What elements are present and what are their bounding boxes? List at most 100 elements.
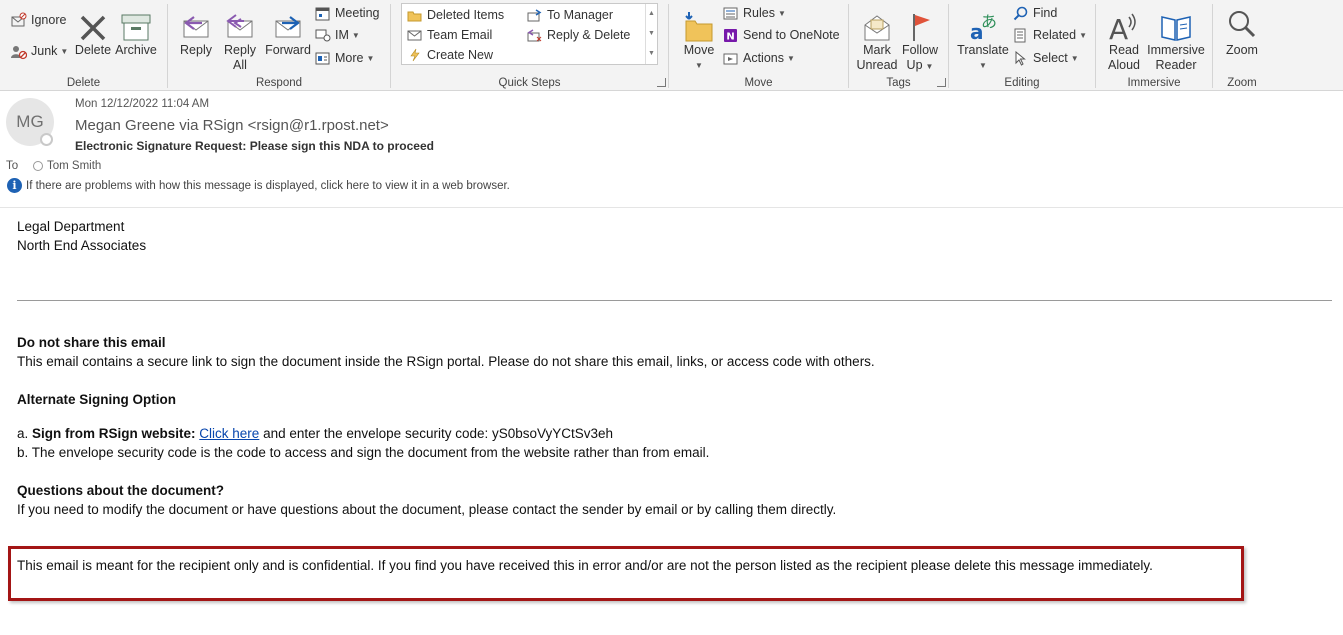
chevron-down-icon: ▼ <box>925 62 934 71</box>
scroll-up-icon[interactable]: ▲ <box>646 4 657 24</box>
mark-unread-label-1: Mark <box>863 43 891 57</box>
tags-group: Mark Unread Follow Up ▼ Tags <box>849 0 948 91</box>
rules-icon <box>722 5 739 22</box>
find-label: Find <box>1033 6 1058 20</box>
sender[interactable]: Megan Greene via RSign <rsign@r1.rpost.n… <box>75 117 389 134</box>
cursor-icon <box>1012 50 1029 67</box>
scroll-down-icon[interactable]: ▼ <box>646 24 657 44</box>
ignore-button[interactable]: Ignore <box>10 11 66 29</box>
select-label: Select <box>1033 51 1068 65</box>
recipient[interactable]: Tom Smith <box>33 160 101 172</box>
zoom-label: Zoom <box>1226 43 1258 57</box>
presence-status-icon <box>40 133 53 146</box>
move-group: Move ▼ Rules ▼ N Send to OneNote Actions ▼… <box>669 0 848 91</box>
quick-step-label: Deleted Items <box>427 8 505 22</box>
zoom-icon <box>1219 3 1265 43</box>
related-icon <box>1012 27 1029 44</box>
reply-button[interactable]: Reply <box>174 3 218 58</box>
dialog-launcher-icon[interactable] <box>937 78 946 87</box>
chevron-down-icon: ▼ <box>366 53 375 63</box>
signature-line: Legal Department <box>17 219 125 234</box>
move-button[interactable]: Move ▼ <box>679 3 719 73</box>
quick-steps-group-label: Quick Steps <box>498 77 561 89</box>
quick-step-label: Team Email <box>427 28 493 42</box>
select-button[interactable]: Select ▼ <box>1012 49 1079 67</box>
archive-button[interactable]: Archive <box>114 3 158 58</box>
archive-icon <box>114 3 158 43</box>
reply-all-button[interactable]: Reply All <box>218 3 262 73</box>
mark-unread-button[interactable]: Mark Unread <box>855 3 899 73</box>
reply-all-label-1: Reply <box>224 43 256 57</box>
delete-button[interactable]: Delete <box>72 3 114 58</box>
expand-gallery-icon[interactable]: ▼ <box>646 44 657 64</box>
dialog-launcher-icon[interactable] <box>657 78 666 87</box>
respond-group: Reply Reply All Forward Meeting IM ▼ Mor… <box>168 0 390 91</box>
find-button[interactable]: Find <box>1012 4 1057 22</box>
actions-button[interactable]: Actions ▼ <box>722 49 795 67</box>
delete-group: Ignore Junk ▼ Delete Archive Delete <box>0 0 167 91</box>
team-email-icon <box>406 27 423 44</box>
chevron-down-icon: ▼ <box>777 8 786 18</box>
quick-step-reply-delete[interactable]: Reply & Delete <box>526 26 630 44</box>
chevron-down-icon: ▼ <box>787 53 795 63</box>
read-aloud-label-1: Read <box>1109 43 1139 57</box>
read-aloud-button[interactable]: A Read Aloud <box>1102 3 1146 73</box>
editing-group-label: Editing <box>1004 77 1040 89</box>
read-aloud-icon: A <box>1102 3 1146 43</box>
mark-unread-icon <box>855 3 899 43</box>
info-bar[interactable]: i If there are problems with how this me… <box>7 178 510 193</box>
quick-step-create-new[interactable]: Create New <box>406 46 493 64</box>
delete-group-label: Delete <box>66 77 101 89</box>
follow-up-button[interactable]: Follow Up ▼ <box>899 3 941 74</box>
quick-steps-scrollbar[interactable]: ▲ ▼ ▼ <box>645 4 657 64</box>
zoom-group-label: Zoom <box>1227 77 1257 89</box>
immersive-reader-label-2: Reader <box>1155 58 1197 72</box>
related-button[interactable]: Related ▼ <box>1012 26 1087 44</box>
quick-step-deleted-items[interactable]: Deleted Items <box>406 6 504 24</box>
lightning-icon <box>406 47 423 64</box>
translate-button[interactable]: aあ Translate ▼ <box>957 3 1009 73</box>
reply-label: Reply <box>180 43 212 57</box>
forward-button[interactable]: Forward <box>263 3 313 58</box>
translate-label: Translate <box>957 43 1009 57</box>
to-label: To <box>6 160 19 172</box>
archive-label: Archive <box>115 43 157 57</box>
send-to-onenote-button[interactable]: N Send to OneNote <box>722 26 840 44</box>
immersive-reader-button[interactable]: Immersive Reader <box>1146 3 1206 73</box>
rules-label: Rules <box>743 6 775 20</box>
forward-mail-icon <box>526 7 543 24</box>
immersive-group-label: Immersive <box>1127 77 1181 89</box>
move-folder-icon <box>406 7 423 24</box>
meeting-button[interactable]: Meeting <box>314 4 379 22</box>
presence-status-icon <box>33 161 43 171</box>
junk-button[interactable]: Junk ▼ <box>10 42 68 60</box>
flag-icon <box>899 3 941 43</box>
chevron-down-icon: ▼ <box>1079 30 1088 40</box>
actions-icon <box>722 50 739 67</box>
more-button[interactable]: More ▼ <box>314 49 374 67</box>
chevron-down-icon: ▼ <box>60 46 69 56</box>
rules-button[interactable]: Rules ▼ <box>722 4 786 22</box>
search-icon <box>1012 5 1029 22</box>
quick-steps-gallery: Deleted Items To Manager Team Email Repl… <box>401 3 658 65</box>
quick-step-to-manager[interactable]: To Manager <box>526 6 613 24</box>
reply-icon <box>174 3 218 43</box>
rsign-website-link[interactable]: Click here <box>199 426 259 441</box>
avatar-initials: MG <box>16 112 44 131</box>
reply-all-label-2: All <box>233 58 247 72</box>
ribbon: Ignore Junk ▼ Delete Archive Delete Repl… <box>0 0 1343 91</box>
send-to-onenote-label: Send to OneNote <box>743 28 840 42</box>
immersive-group: A Read Aloud Immersive Reader Immersive <box>1096 0 1212 91</box>
zoom-button[interactable]: Zoom <box>1219 3 1265 58</box>
quick-step-team-email[interactable]: Team Email <box>406 26 492 44</box>
alternate-signing-heading: Alternate Signing Option <box>17 392 176 407</box>
im-button[interactable]: IM ▼ <box>314 26 360 44</box>
questions-heading: Questions about the document? <box>17 483 225 498</box>
editing-group: aあ Translate ▼ Find Related ▼ Select ▼ Edi… <box>949 0 1095 91</box>
junk-label: Junk <box>31 44 58 58</box>
quick-step-label: To Manager <box>547 8 614 22</box>
svg-text:あ: あ <box>981 12 997 31</box>
confidentiality-highlight: This email is meant for the recipient on… <box>8 546 1244 601</box>
signature-line: North End Associates <box>17 238 147 253</box>
delete-label: Delete <box>74 43 112 57</box>
